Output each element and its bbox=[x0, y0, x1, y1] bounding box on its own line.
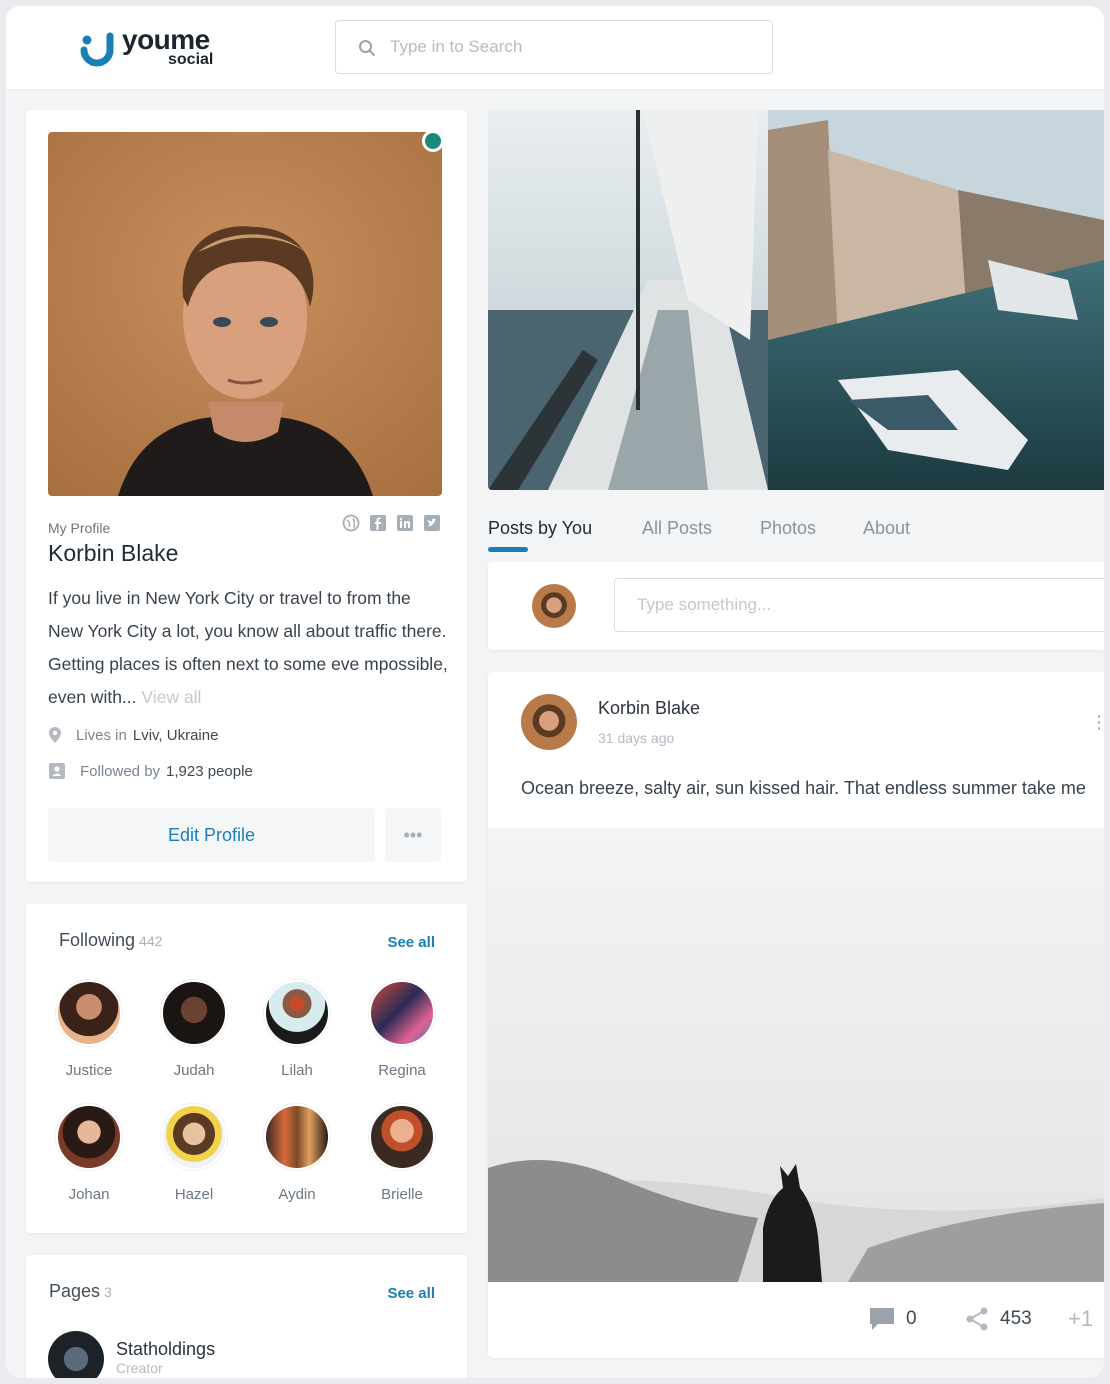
pages-title: Pages 3 bbox=[49, 1281, 112, 1302]
following-count: 442 bbox=[139, 933, 163, 949]
following-title-label: Following bbox=[59, 930, 136, 950]
lives-in-row: Lives in Lviv, Ukraine bbox=[48, 726, 218, 744]
tab-photos[interactable]: Photos bbox=[760, 518, 816, 539]
pages-title-label: Pages bbox=[49, 1281, 101, 1301]
tab-about[interactable]: About bbox=[863, 518, 910, 539]
logo-subword: social bbox=[168, 51, 214, 68]
profile-card: My Profile Korbin Blake If you live in N… bbox=[26, 110, 467, 882]
post-composer bbox=[488, 562, 1104, 650]
avatar bbox=[56, 1104, 122, 1170]
tab-posts-by-you[interactable]: Posts by You bbox=[488, 518, 592, 539]
friend-regina[interactable]: Regina bbox=[357, 980, 447, 1079]
avatar bbox=[532, 584, 576, 628]
profile-tabs: Posts by You All Posts Photos About bbox=[488, 510, 1104, 556]
share-icon bbox=[966, 1307, 988, 1331]
linkedin-icon[interactable] bbox=[396, 514, 414, 532]
app-window: youme social Type in to Search My Profil… bbox=[6, 6, 1104, 1378]
post-menu-icon[interactable]: ⋮ bbox=[1090, 712, 1104, 733]
search-box[interactable] bbox=[335, 20, 773, 74]
edit-profile-button[interactable]: Edit Profile bbox=[48, 808, 375, 862]
search-icon bbox=[359, 40, 375, 56]
post-author-avatar[interactable] bbox=[521, 694, 577, 750]
post-actions: 0 453 +1 bbox=[488, 1282, 1104, 1358]
friend-name: Regina bbox=[378, 1062, 426, 1079]
followed-by-row: Followed by 1,923 people bbox=[48, 762, 253, 780]
lives-in-label: Lives in bbox=[76, 726, 127, 744]
friend-brielle[interactable]: Brielle bbox=[357, 1104, 447, 1203]
friend-name: Johan bbox=[68, 1186, 110, 1203]
friend-name: Brielle bbox=[381, 1186, 423, 1203]
twitter-icon[interactable] bbox=[423, 514, 441, 532]
post-timestamp: 31 days ago bbox=[598, 730, 675, 746]
profile-kicker: My Profile bbox=[48, 520, 111, 536]
cover-photo[interactable] bbox=[488, 110, 1104, 490]
post-card: Korbin Blake 31 days ago ⋮ Ocean breeze,… bbox=[488, 672, 1104, 1358]
plus-one-button[interactable]: +1 bbox=[1068, 1306, 1093, 1332]
composer-input[interactable] bbox=[614, 578, 1104, 632]
top-bar: youme social bbox=[6, 6, 1104, 90]
page-item[interactable]: Statholdings Creator bbox=[48, 1331, 215, 1378]
page-avatar bbox=[48, 1331, 104, 1378]
following-card: Following 442 See all Justice Judah Lilah… bbox=[26, 904, 467, 1233]
view-all-link[interactable]: View all bbox=[141, 687, 201, 707]
following-title: Following 442 bbox=[59, 930, 162, 951]
tab-all-posts[interactable]: All Posts bbox=[642, 518, 712, 539]
friend-lilah[interactable]: Lilah bbox=[252, 980, 342, 1079]
online-status-dot bbox=[422, 130, 444, 152]
page-role: Creator bbox=[116, 1360, 163, 1376]
followed-by-value[interactable]: 1,923 people bbox=[166, 763, 253, 780]
friend-aydin[interactable]: Aydin bbox=[252, 1104, 342, 1203]
social-links bbox=[342, 514, 441, 532]
friend-name: Lilah bbox=[281, 1062, 313, 1079]
comment-icon bbox=[870, 1308, 894, 1330]
avatar bbox=[264, 980, 330, 1046]
brand-logo[interactable]: youme social bbox=[78, 26, 228, 72]
location-pin-icon bbox=[49, 727, 61, 743]
profile-photo[interactable] bbox=[48, 132, 442, 496]
comments-count: 0 bbox=[906, 1308, 917, 1329]
profile-bio: If you live in New York City or travel t… bbox=[48, 582, 448, 714]
friend-justice[interactable]: Justice bbox=[44, 980, 134, 1079]
more-options-button[interactable]: ••• bbox=[385, 808, 441, 862]
followed-by-label: Followed by bbox=[80, 762, 161, 780]
page-name: Statholdings bbox=[116, 1339, 216, 1359]
post-photo[interactable] bbox=[488, 828, 1104, 1282]
friend-johan[interactable]: Johan bbox=[44, 1104, 134, 1203]
friend-name: Hazel bbox=[174, 1186, 214, 1203]
shares-count: 453 bbox=[1000, 1308, 1032, 1329]
pages-count: 3 bbox=[104, 1284, 112, 1300]
profile-bio-text: If you live in New York City or travel t… bbox=[48, 588, 448, 707]
cover-image bbox=[488, 110, 1104, 490]
avatar bbox=[161, 980, 227, 1046]
facebook-icon[interactable] bbox=[369, 514, 387, 532]
logo-mark-icon bbox=[80, 32, 114, 67]
avatar bbox=[369, 1104, 435, 1170]
post-text: Ocean breeze, salty air, sun kissed hair… bbox=[521, 778, 1086, 798]
friend-name: Judah bbox=[173, 1062, 215, 1079]
avatar bbox=[56, 980, 122, 1046]
post-image bbox=[488, 828, 1104, 1282]
globe-icon[interactable] bbox=[342, 514, 360, 532]
pages-card: Pages 3 See all Statholdings Creator bbox=[26, 1255, 467, 1378]
pages-see-all-link[interactable]: See all bbox=[387, 1285, 435, 1302]
friend-hazel[interactable]: Hazel bbox=[149, 1104, 239, 1203]
share-button[interactable]: 453 bbox=[964, 1306, 1032, 1332]
search-input[interactable] bbox=[390, 33, 750, 61]
active-tab-indicator bbox=[488, 547, 528, 552]
lives-in-value: Lviv, Ukraine bbox=[132, 726, 219, 744]
logo-word: youme bbox=[122, 24, 210, 55]
post-author-name[interactable]: Korbin Blake bbox=[598, 698, 700, 719]
comments-button[interactable]: 0 bbox=[868, 1306, 917, 1332]
profile-name: Korbin Blake bbox=[48, 540, 179, 566]
following-see-all-link[interactable]: See all bbox=[387, 934, 435, 951]
friend-judah[interactable]: Judah bbox=[149, 980, 239, 1079]
profile-portrait-image bbox=[48, 132, 442, 496]
avatar bbox=[369, 980, 435, 1046]
avatar bbox=[264, 1104, 330, 1170]
avatar bbox=[161, 1104, 227, 1170]
friend-name: Aydin bbox=[278, 1186, 316, 1203]
followers-icon bbox=[49, 763, 65, 779]
friend-name: Justice bbox=[65, 1062, 113, 1079]
